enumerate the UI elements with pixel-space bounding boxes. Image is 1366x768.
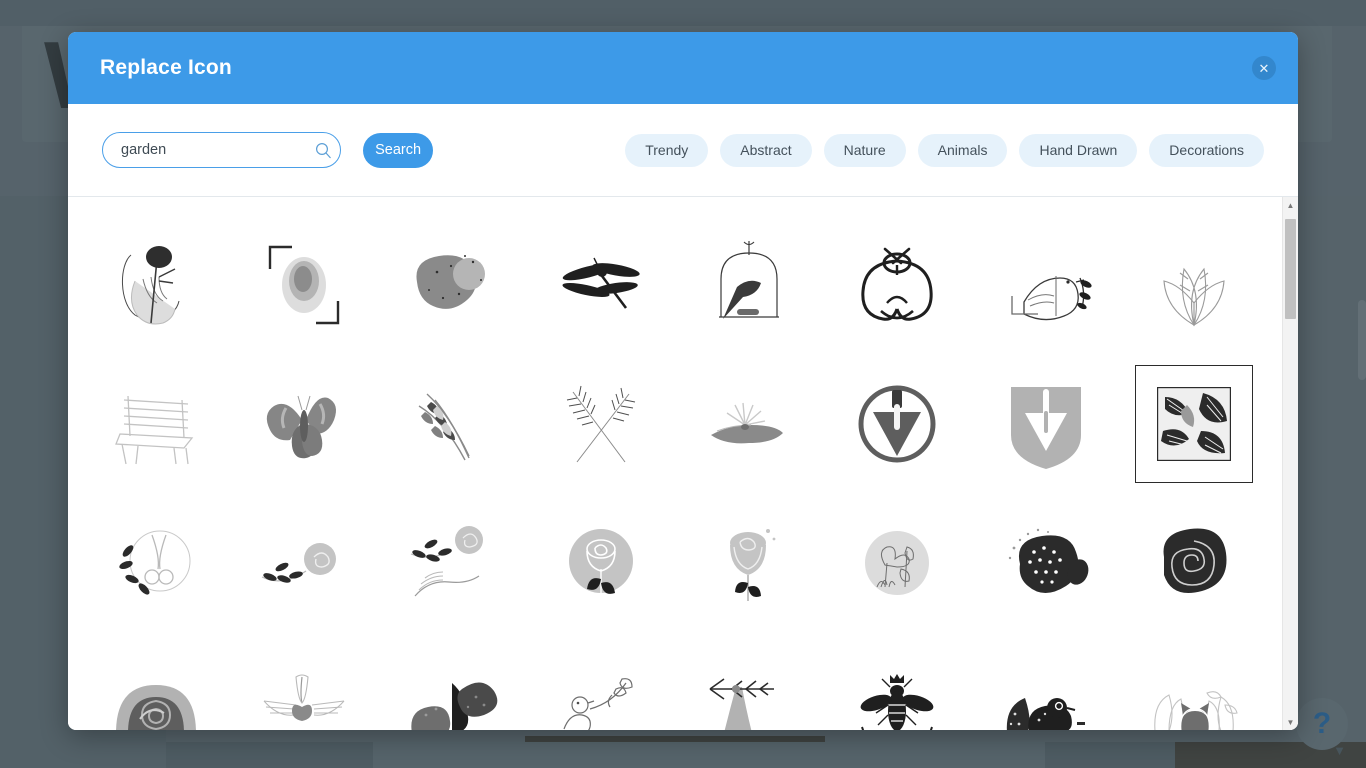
results-scrollbar[interactable]: ▲ ▼ [1282,197,1298,730]
feathers-bundle-icon[interactable] [394,365,512,483]
rose-branch-icon[interactable] [245,504,363,622]
close-icon[interactable]: ✕ [1252,56,1276,80]
rose-silhouette-icon[interactable] [690,504,808,622]
butterfly-icon[interactable] [245,365,363,483]
flowers-in-circle-icon[interactable] [838,504,956,622]
hand-offering-rose-icon[interactable] [394,504,512,622]
results-area: ▲ ▼ [68,197,1298,730]
bird-in-cage-icon[interactable] [690,226,808,344]
foliage-cluster-icon[interactable] [394,643,512,730]
category-pill-decorations[interactable]: Decorations [1149,133,1264,167]
scrollbar-thumb[interactable] [1285,219,1296,319]
textured-splatter-crop-marks-icon[interactable] [245,226,363,344]
scissors-wreath-icon[interactable] [97,504,215,622]
search-button[interactable]: Search [363,132,434,168]
category-pill-hand-drawn[interactable]: Hand Drawn [1019,133,1138,167]
flower-basket-icon[interactable] [245,643,363,731]
scrollbar-track[interactable] [1283,213,1298,714]
category-pill-animals[interactable]: Animals [917,133,1008,167]
bird-on-branch-line-icon[interactable] [542,643,660,730]
cat-in-foliage-icon[interactable] [1135,643,1253,730]
framed-palm-leaves-icon[interactable] [1134,364,1253,483]
category-pill-abstract[interactable]: Abstract [720,133,812,167]
search-field[interactable] [102,132,341,168]
hand-with-plant-icon[interactable] [690,365,808,483]
scroll-down-icon[interactable]: ▼ [1287,714,1295,730]
icon-results-grid [68,197,1282,730]
bird-in-bush-icon[interactable] [987,643,1105,730]
dragonfly-icon[interactable] [542,226,660,344]
search-icon[interactable] [310,137,336,163]
rose-spiral-icon[interactable] [1135,504,1253,622]
search-input[interactable] [119,141,310,159]
garden-bench-icon[interactable] [97,365,215,483]
rose-circle-badge-icon[interactable] [542,504,660,622]
dialog-title: Replace Icon [100,56,232,79]
category-pill-nature[interactable]: Nature [823,133,906,167]
abstract-arrow-plant-icon[interactable] [690,643,808,730]
dialog-header: Replace Icon ✕ [68,32,1298,104]
crossed-fern-fronds-icon[interactable] [542,365,660,483]
bird-with-olive-branch-icon[interactable] [987,226,1105,344]
category-pill-trendy[interactable]: Trendy [625,133,709,167]
hand-holding-rose-icon[interactable] [97,226,215,344]
category-filter-list: Trendy Abstract Nature Animals Hand Draw… [625,133,1264,167]
queen-bee-icon[interactable] [838,643,956,730]
replace-icon-dialog: Replace Icon ✕ Search Trendy Abstract Na… [68,32,1298,730]
trowel-in-circle-icon[interactable] [838,365,956,483]
speckled-blob-icon[interactable] [987,504,1105,622]
abstract-speckled-blobs-icon[interactable] [394,226,512,344]
rose-arch-icon[interactable] [97,643,215,730]
trowel-shield-icon[interactable] [987,365,1105,483]
moth-outline-icon[interactable] [838,226,956,344]
search-toolbar: Search Trendy Abstract Nature Animals Ha… [68,104,1298,197]
leaves-bouquet-outline-icon[interactable] [1135,226,1253,344]
scroll-up-icon[interactable]: ▲ [1287,197,1295,213]
